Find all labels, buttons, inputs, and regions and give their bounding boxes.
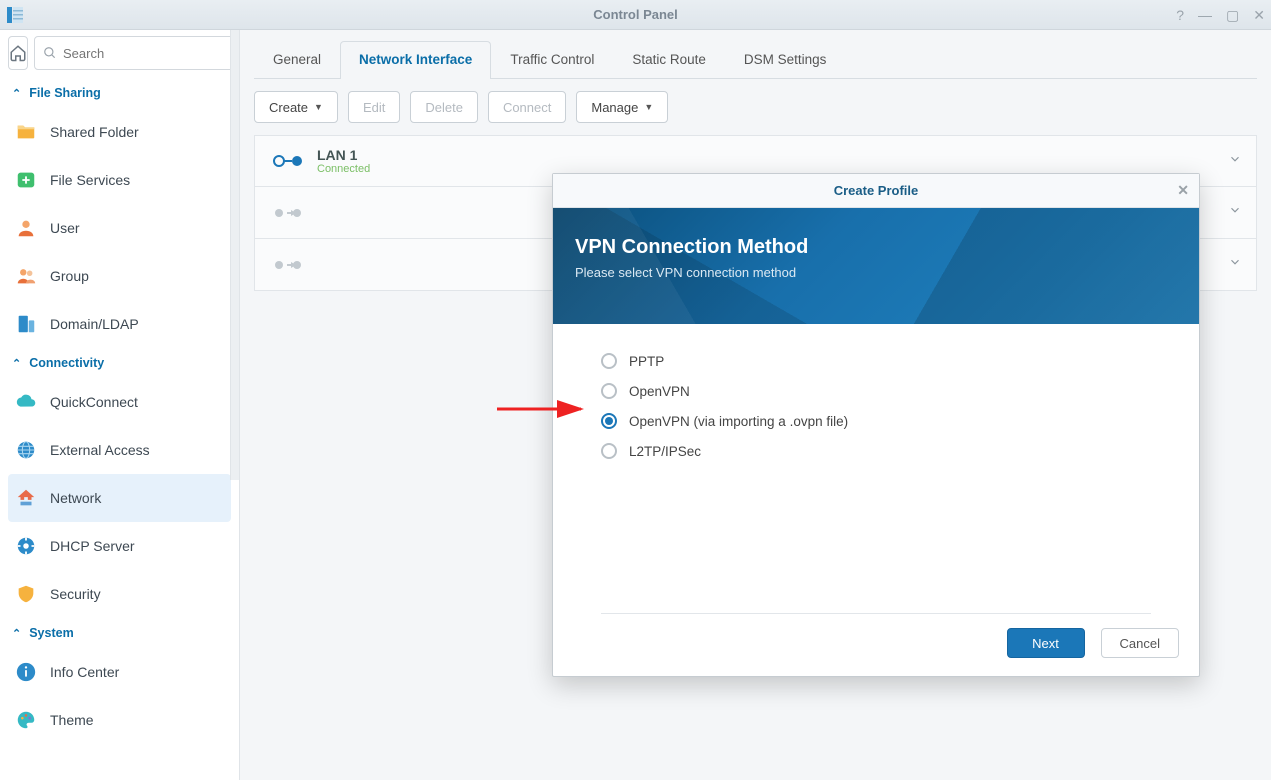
radio-icon — [601, 443, 617, 459]
next-button[interactable]: Next — [1007, 628, 1085, 658]
tab-general[interactable]: General — [254, 41, 340, 79]
radio-icon — [601, 383, 617, 399]
network-icon — [14, 486, 38, 510]
chevron-up-icon: ⌃ — [12, 87, 21, 100]
manage-button[interactable]: Manage▼ — [576, 91, 668, 123]
delete-button[interactable]: Delete — [410, 91, 478, 123]
modal-footer: Next Cancel — [553, 614, 1199, 676]
create-profile-modal: Create Profile ✕ VPN Connection Method P… — [552, 173, 1200, 677]
sidebar-item-shared-folder[interactable]: Shared Folder — [8, 108, 231, 156]
modal-body: PPTP OpenVPN OpenVPN (via importing a .o… — [553, 324, 1199, 488]
radio-openvpn[interactable]: OpenVPN — [601, 376, 1151, 406]
create-button[interactable]: Create▼ — [254, 91, 338, 123]
radio-l2tp[interactable]: L2TP/IPSec — [601, 436, 1151, 466]
caret-down-icon: ▼ — [644, 102, 653, 112]
connect-button[interactable]: Connect — [488, 91, 566, 123]
window-title: Control Panel — [593, 7, 678, 22]
domain-icon — [14, 312, 38, 336]
modal-titlebar: Create Profile ✕ — [553, 174, 1199, 208]
toolbar: Create▼ Edit Delete Connect Manage▼ — [254, 79, 1257, 135]
section-system[interactable]: ⌃System — [8, 618, 231, 648]
sidebar-item-file-services[interactable]: File Services — [8, 156, 231, 204]
chevron-down-icon[interactable] — [1228, 152, 1242, 171]
maximize-icon[interactable]: ▢ — [1226, 7, 1239, 24]
tab-network-interface[interactable]: Network Interface — [340, 41, 491, 79]
radio-icon — [601, 353, 617, 369]
theme-icon — [14, 708, 38, 732]
chevron-down-icon[interactable] — [1228, 203, 1242, 222]
sidebar-item-info-center[interactable]: Info Center — [8, 648, 231, 696]
close-window-icon[interactable]: ✕ — [1253, 7, 1265, 24]
tabs: General Network Interface Traffic Contro… — [254, 40, 1257, 79]
radio-pptp[interactable]: PPTP — [601, 346, 1151, 376]
cloud-icon — [14, 390, 38, 414]
sidebar-item-network[interactable]: Network — [8, 474, 231, 522]
search-icon — [43, 46, 57, 60]
interface-name: LAN 1 — [317, 147, 370, 163]
sidebar-item-group[interactable]: Group — [8, 252, 231, 300]
edit-button[interactable]: Edit — [348, 91, 400, 123]
tab-static-route[interactable]: Static Route — [613, 41, 725, 79]
sidebar-item-security[interactable]: Security — [8, 570, 231, 618]
tab-traffic-control[interactable]: Traffic Control — [491, 41, 613, 79]
globe-icon — [14, 438, 38, 462]
app-icon — [0, 0, 30, 30]
section-file-sharing[interactable]: ⌃File Sharing — [8, 78, 231, 108]
sidebar-item-external-access[interactable]: External Access — [8, 426, 231, 474]
window-titlebar: Control Panel ? — ▢ ✕ — [0, 0, 1271, 30]
folder-icon — [14, 120, 38, 144]
dhcp-icon — [14, 534, 38, 558]
sidebar-item-theme[interactable]: Theme — [8, 696, 231, 744]
chevron-up-icon: ⌃ — [12, 627, 21, 640]
modal-heading: VPN Connection Method — [575, 236, 1177, 259]
chevron-up-icon: ⌃ — [12, 357, 21, 370]
caret-down-icon: ▼ — [314, 102, 323, 112]
user-icon — [14, 216, 38, 240]
sidebar-item-domain-ldap[interactable]: Domain/LDAP — [8, 300, 231, 348]
modal-title: Create Profile — [834, 183, 919, 198]
help-icon[interactable]: ? — [1176, 7, 1184, 23]
lan-disconnected-icon — [271, 206, 305, 220]
info-icon — [14, 660, 38, 684]
interface-status: Connected — [317, 163, 370, 175]
radio-selected-icon — [601, 413, 617, 429]
minimize-icon[interactable]: — — [1198, 7, 1212, 23]
sidebar-item-user[interactable]: User — [8, 204, 231, 252]
sidebar-item-quickconnect[interactable]: QuickConnect — [8, 378, 231, 426]
annotation-arrow-icon — [495, 397, 595, 421]
home-button[interactable] — [8, 36, 28, 70]
search-field[interactable] — [34, 36, 240, 70]
radio-openvpn-file[interactable]: OpenVPN (via importing a .ovpn file) — [601, 406, 1151, 436]
cancel-button[interactable]: Cancel — [1101, 628, 1179, 658]
tab-dsm-settings[interactable]: DSM Settings — [725, 41, 846, 79]
file-services-icon — [14, 168, 38, 192]
chevron-down-icon[interactable] — [1228, 255, 1242, 274]
main-content: General Network Interface Traffic Contro… — [240, 30, 1271, 780]
section-connectivity[interactable]: ⌃Connectivity — [8, 348, 231, 378]
lan-connected-icon — [271, 154, 305, 168]
sidebar-item-dhcp-server[interactable]: DHCP Server — [8, 522, 231, 570]
lan-disconnected-icon — [271, 258, 305, 272]
search-input[interactable] — [63, 46, 239, 61]
shield-icon — [14, 582, 38, 606]
modal-subheading: Please select VPN connection method — [575, 265, 1177, 280]
modal-banner: VPN Connection Method Please select VPN … — [553, 208, 1199, 324]
group-icon — [14, 264, 38, 288]
sidebar: ⌃File Sharing Shared Folder File Service… — [0, 30, 240, 780]
close-icon[interactable]: ✕ — [1177, 182, 1189, 199]
